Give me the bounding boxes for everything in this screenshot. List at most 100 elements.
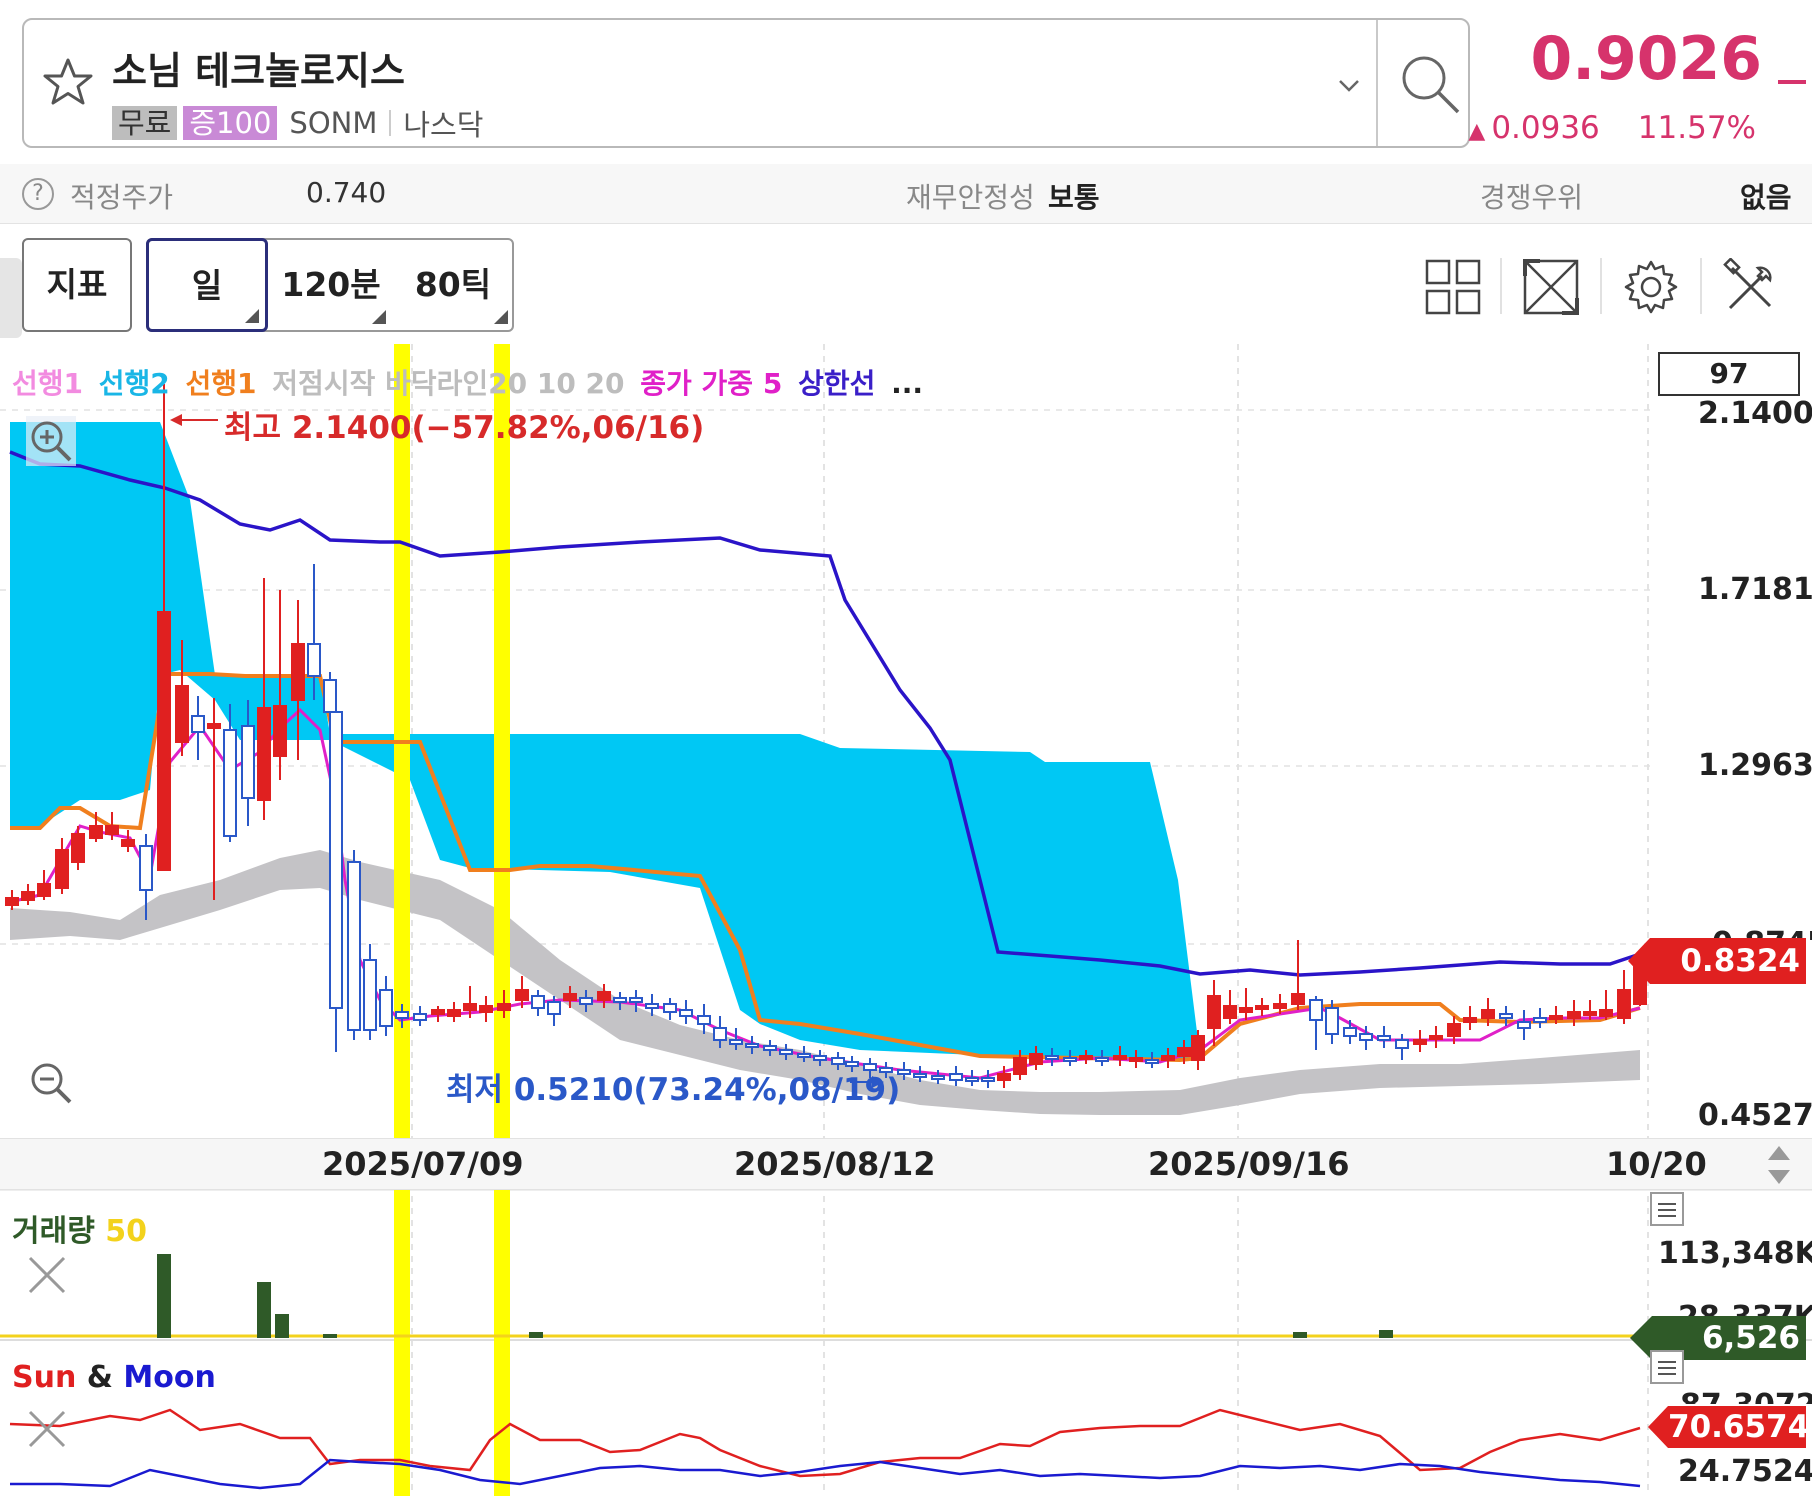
zoom-in-icon[interactable] bbox=[26, 416, 76, 466]
close-icon[interactable] bbox=[22, 1250, 72, 1300]
highlight-column bbox=[394, 344, 410, 1496]
candle-down bbox=[745, 1043, 759, 1048]
candle-down bbox=[1377, 1035, 1391, 1041]
candle-down bbox=[931, 1075, 945, 1080]
volume-bar bbox=[1379, 1330, 1393, 1338]
candle-up bbox=[291, 643, 305, 701]
legend-item: 선행1 bbox=[12, 367, 84, 400]
fullscreen-icon[interactable] bbox=[1522, 258, 1580, 316]
candle-up bbox=[257, 707, 271, 801]
stability-label: 재무안정성 bbox=[906, 181, 1035, 214]
toolbar-divider bbox=[1700, 258, 1702, 314]
menu-icon[interactable] bbox=[1650, 1350, 1684, 1384]
candle-up bbox=[157, 611, 171, 871]
candle-down bbox=[139, 845, 153, 891]
candle-up bbox=[1207, 995, 1221, 1029]
high-annotation: 최고 2.1400(−57.82%,06/16) bbox=[224, 410, 705, 446]
settings-icon[interactable] bbox=[1622, 258, 1680, 316]
date-axis[interactable]: 2025/07/09 2025/08/12 2025/09/16 10/20 bbox=[0, 1138, 1812, 1190]
candle-up bbox=[55, 849, 69, 889]
period-80t-button[interactable]: 80틱 bbox=[392, 240, 514, 330]
sun-moon-panel-title: Sun & Moon bbox=[12, 1360, 216, 1395]
candle-down bbox=[713, 1027, 727, 1041]
period-80t-label: 80틱 bbox=[414, 265, 492, 304]
candle-up bbox=[1291, 993, 1305, 1005]
candle-up bbox=[447, 1009, 461, 1017]
volume-panel-title: 거래량 50 bbox=[12, 1206, 147, 1250]
moon-title: Moon bbox=[123, 1360, 216, 1395]
candle-up bbox=[1255, 1005, 1269, 1010]
candle-up bbox=[175, 685, 189, 743]
chevron-down-icon[interactable] bbox=[1334, 70, 1364, 100]
search-icon[interactable] bbox=[1396, 50, 1466, 120]
period-120m-label: 120분 bbox=[281, 265, 381, 304]
candle-down bbox=[1145, 1059, 1159, 1064]
menu-icon[interactable] bbox=[1650, 1192, 1684, 1226]
tools-icon[interactable] bbox=[1722, 258, 1780, 316]
candle-up bbox=[121, 839, 135, 847]
candle-down bbox=[579, 997, 593, 1005]
candle-up bbox=[1079, 1055, 1093, 1060]
valuation-info-bar: ? 적정주가 0.740 재무안정성 보통 경쟁우위 없음 bbox=[0, 164, 1812, 224]
candle-down bbox=[679, 1009, 693, 1017]
candle-down bbox=[531, 995, 545, 1009]
help-icon[interactable]: ? bbox=[22, 178, 54, 210]
volume-bar bbox=[257, 1282, 271, 1338]
zoom-out-icon[interactable] bbox=[26, 1058, 76, 1108]
margin-badge: 증100 bbox=[183, 106, 278, 140]
candle-up bbox=[207, 723, 221, 729]
exchange-name: 나스닥 bbox=[403, 108, 484, 142]
candle-up bbox=[1113, 1055, 1127, 1060]
candle-up bbox=[1129, 1057, 1143, 1062]
legend-item: 종가 가중 5 bbox=[640, 367, 783, 400]
volume-max-label: 113,348K bbox=[1658, 1236, 1812, 1271]
candle-up bbox=[1273, 1003, 1287, 1009]
osc-current-tag: 70.6574 bbox=[1648, 1406, 1809, 1448]
candle-down bbox=[323, 679, 337, 713]
amp-title: & bbox=[86, 1360, 113, 1395]
layout-grid-icon[interactable] bbox=[1424, 258, 1482, 316]
candle-down bbox=[697, 1015, 711, 1025]
bar-count-box[interactable]: 97 bbox=[1658, 352, 1800, 396]
legend-item: 선행1 bbox=[185, 367, 257, 400]
candle-down bbox=[547, 1001, 561, 1015]
indicator-legend[interactable]: 선행1 선행2 선행1 저점시작 바닥라인20 10 20 종가 가중 5 상한… bbox=[12, 362, 929, 402]
scroll-arrows-icon[interactable] bbox=[1762, 1140, 1796, 1190]
volume-bar bbox=[323, 1334, 337, 1338]
current-price: 0.9026 bbox=[1530, 24, 1762, 94]
candle-down bbox=[1063, 1057, 1077, 1062]
dropdown-corner-icon bbox=[372, 310, 386, 324]
candle-up bbox=[273, 705, 287, 757]
toolbar-divider bbox=[1600, 258, 1602, 314]
high-arrow-head bbox=[170, 414, 182, 426]
stock-tags: 무료 증100 SONM 나스닥 bbox=[112, 102, 483, 144]
candle-down bbox=[779, 1049, 793, 1055]
candle-down bbox=[763, 1045, 777, 1051]
period-120m-button[interactable]: 120분 bbox=[270, 240, 392, 330]
sun-title: Sun bbox=[12, 1360, 77, 1395]
candle-down bbox=[1533, 1017, 1547, 1023]
candle-down bbox=[1395, 1039, 1409, 1049]
stock-search-box[interactable]: 소님 테크놀로지스 무료 증100 SONM 나스닥 bbox=[22, 18, 1470, 148]
volume-bars bbox=[0, 1254, 1650, 1338]
indicator-button[interactable]: 지표 bbox=[22, 238, 132, 332]
candle-down bbox=[223, 729, 237, 837]
price-chart[interactable] bbox=[0, 344, 1812, 1496]
y-axis-label: 1.7181 bbox=[1698, 572, 1812, 607]
fair-price-value: 0.740 bbox=[306, 176, 387, 209]
close-icon[interactable] bbox=[22, 1404, 72, 1454]
candle-up bbox=[1549, 1015, 1563, 1020]
candle-down bbox=[729, 1039, 743, 1045]
candle-up bbox=[597, 991, 611, 1001]
period-day-label: 일 bbox=[191, 266, 223, 305]
candle-down bbox=[949, 1073, 963, 1081]
period-day-button[interactable]: 일 bbox=[146, 238, 268, 332]
candle-up bbox=[37, 883, 51, 897]
side-drawer-handle[interactable] bbox=[0, 258, 22, 338]
stock-name: 소님 테크놀로지스 bbox=[112, 49, 405, 93]
candle-down bbox=[347, 861, 361, 1031]
star-icon[interactable] bbox=[38, 54, 98, 114]
dropdown-corner-icon bbox=[494, 310, 508, 324]
candle-up bbox=[1239, 1007, 1253, 1013]
candle-down bbox=[1309, 999, 1323, 1021]
